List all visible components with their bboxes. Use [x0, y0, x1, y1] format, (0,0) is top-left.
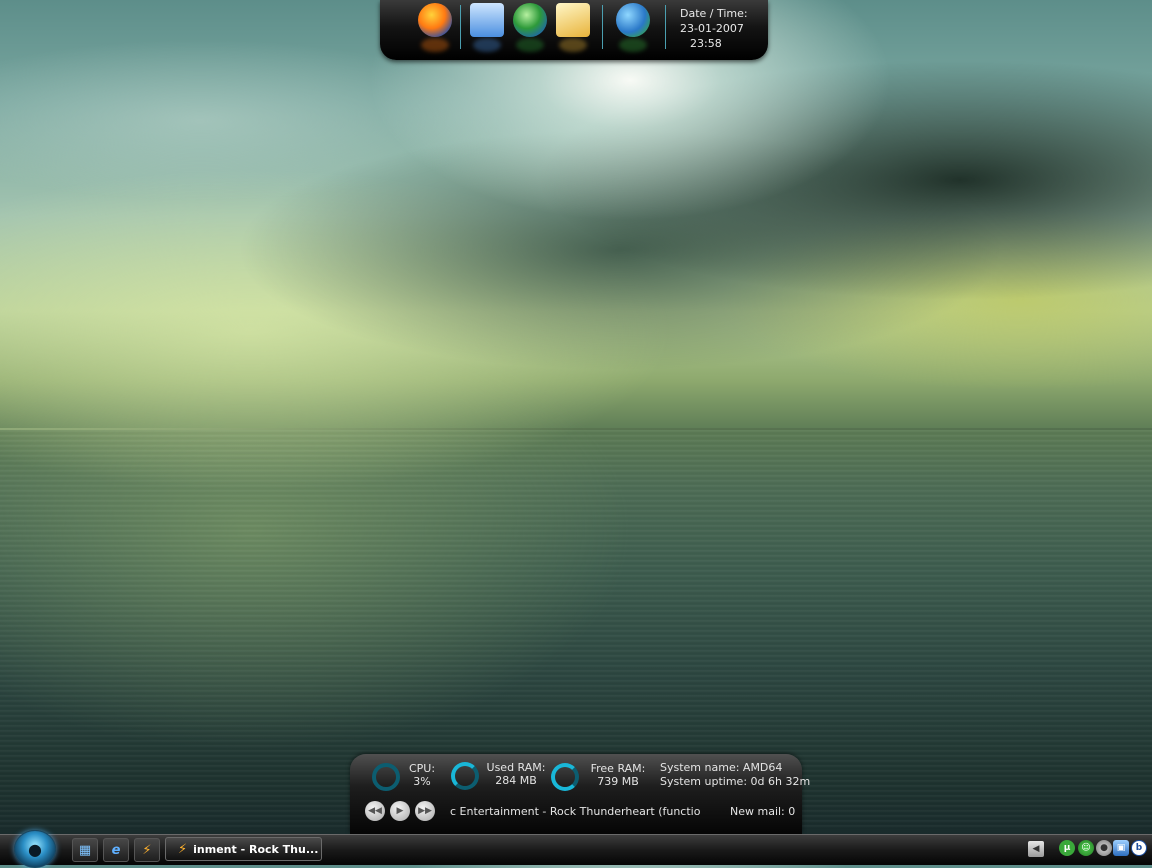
new-mail-counter[interactable]: New mail: 0 — [730, 805, 795, 818]
free-ram-label: Free RAM: — [590, 762, 646, 775]
previous-track-icon[interactable]: ◀◀ — [365, 801, 385, 821]
internet-explorer-icon[interactable]: e — [103, 838, 129, 862]
connection-tray-icon[interactable]: ▣ — [1113, 840, 1129, 856]
start-button[interactable]: ● — [14, 830, 56, 868]
utorrent-icon[interactable]: µ — [1059, 840, 1075, 856]
my-computer-icon[interactable] — [470, 3, 504, 37]
play-icon[interactable]: ▶ — [390, 801, 410, 821]
winamp-icon: ⚡ — [178, 841, 188, 857]
dock-separator — [665, 5, 666, 49]
dock-separator — [602, 5, 603, 49]
used-ram-gauge-icon — [451, 762, 479, 790]
network-tray-icon[interactable]: ● — [1096, 840, 1112, 856]
date-time-label: Date / Time: — [680, 7, 748, 20]
show-desktop-icon[interactable]: ▦ — [72, 838, 98, 862]
system-uptime: System uptime: 0d 6h 32m — [660, 775, 811, 788]
mail-icon[interactable] — [556, 3, 590, 37]
time-value: 23:58 — [690, 37, 722, 50]
messenger-tray-icon[interactable]: ☺ — [1078, 840, 1094, 856]
messenger-icon[interactable] — [616, 3, 650, 37]
network-icon[interactable] — [513, 3, 547, 37]
free-ram-gauge-icon — [551, 763, 579, 791]
tray-expand-icon[interactable]: ◀ — [1028, 841, 1044, 857]
dock-separator — [460, 5, 461, 49]
system-name: System name: AMD64 — [660, 761, 783, 774]
cpu-gauge-icon — [372, 763, 400, 791]
taskbar-button-label: inment - Rock Thu... — [193, 842, 319, 856]
system-monitor-widget: CPU: 3% Used RAM: 284 MB Free RAM: 739 M… — [350, 754, 810, 834]
firefox-icon[interactable] — [418, 3, 452, 37]
cpu-value: 3% — [413, 775, 431, 788]
top-dock: Date / Time: 23-01-2007 23:58 — [380, 0, 768, 60]
app-tray-icon[interactable]: b — [1131, 840, 1147, 856]
next-track-icon[interactable]: ▶▶ — [415, 801, 435, 821]
free-ram-value: 739 MB — [597, 775, 639, 788]
used-ram-label: Used RAM: — [486, 761, 546, 774]
now-playing-text: c Entertainment - Rock Thunderheart (fun… — [450, 805, 700, 818]
date-value: 23-01-2007 — [680, 22, 744, 35]
winamp-icon[interactable]: ⚡ — [134, 838, 160, 862]
cpu-label: CPU: — [408, 762, 436, 775]
taskbar-button-winamp[interactable]: ⚡ inment - Rock Thu... — [165, 837, 322, 861]
date-time-readout: Date / Time: 23-01-2007 23:58 — [680, 6, 748, 51]
used-ram-value: 284 MB — [495, 774, 537, 787]
alien-logo-icon: ● — [28, 839, 42, 859]
